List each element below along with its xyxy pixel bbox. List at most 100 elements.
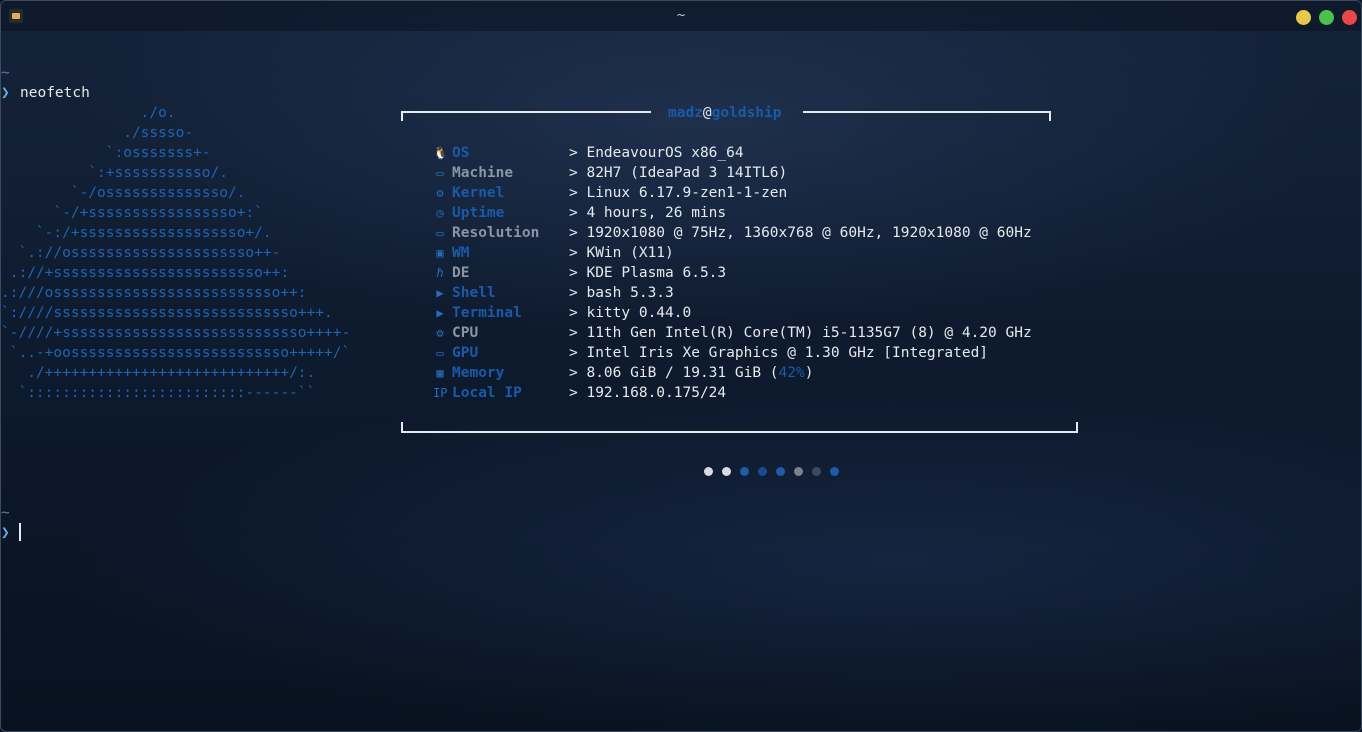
info-separator: >: [569, 325, 578, 341]
info-key: Uptime: [452, 205, 505, 221]
color-dot: [776, 467, 785, 476]
monitor-icon: ▭: [436, 226, 444, 240]
info-value-text: KWin (X11): [586, 245, 674, 261]
info-key: Local IP: [452, 385, 522, 401]
info-value: > KDE Plasma 6.5.3: [569, 263, 726, 283]
color-dot: [794, 467, 803, 476]
info-key: Memory: [452, 365, 505, 381]
ascii-logo-line: `:+sssssssssso/.: [1, 165, 228, 181]
color-dot: [758, 467, 767, 476]
cpu-icon: ⚙: [436, 326, 444, 340]
cwd-tilde: ~: [1, 65, 10, 81]
info-key: DE: [452, 265, 470, 281]
info-key: GPU: [452, 345, 479, 361]
ascii-logo-line: ./o.: [1, 105, 176, 121]
box-border: [401, 111, 651, 113]
user-host-title: madz@goldship: [668, 103, 782, 123]
ascii-logo-line: `-////+ssssssssssssssssssssssssssso++++-: [1, 325, 351, 341]
info-value-text: 8.06 GiB / 19.31 GiB (: [586, 365, 779, 381]
window-icon: ▣: [436, 246, 444, 260]
info-value: > 1920x1080 @ 75Hz, 1360x768 @ 60Hz, 192…: [569, 223, 1032, 243]
info-value-text: KDE Plasma 6.5.3: [586, 265, 727, 281]
gear-icon: ⚙: [436, 186, 444, 200]
info-value-text: bash 5.3.3: [586, 285, 674, 301]
info-separator: >: [569, 265, 578, 281]
info-value: > kitty 0.44.0: [569, 303, 691, 323]
memory-icon: ▦: [436, 366, 444, 380]
info-value: > Linux 6.17.9-zen1-1-zen: [569, 183, 787, 203]
box-border: [803, 111, 1051, 113]
info-value-text: EndeavourOS x86_64: [586, 145, 744, 161]
box-border: [1076, 422, 1078, 432]
linux-penguin-icon: 🐧: [433, 146, 448, 160]
info-separator: >: [569, 305, 578, 321]
box-border: [401, 111, 403, 121]
info-value-text: kitty 0.44.0: [586, 305, 692, 321]
info-value-text: 11th Gen Intel(R) Core(TM) i5-1135G7 (8)…: [586, 325, 1032, 341]
prompt-symbol: ❯: [1, 525, 10, 541]
info-separator: >: [569, 225, 578, 241]
info-separator: >: [569, 185, 578, 201]
terminal-icon: ▶: [436, 306, 444, 320]
ascii-logo-line: ./sssso-: [1, 125, 194, 141]
info-separator: >: [569, 385, 578, 401]
info-value-text: 1920x1080 @ 75Hz, 1360x768 @ 60Hz, 1920x…: [586, 225, 1032, 241]
info-value-text: Intel Iris Xe Graphics @ 1.30 GHz [Integ…: [586, 345, 989, 361]
color-dot: [830, 467, 839, 476]
ascii-logo-line: .:///ossssssssssssssssssssssssso++:: [1, 285, 307, 301]
box-border: [1049, 111, 1051, 121]
ascii-logo-line: `.://osssssssssssssssssssso++-: [1, 245, 281, 261]
info-key: WM: [452, 245, 470, 261]
color-dot: [740, 467, 749, 476]
info-key: OS: [452, 145, 470, 161]
info-value-end: ): [804, 365, 814, 381]
terminal-content[interactable]: ~ ❯ neofetch ./o. ./sssso- `:osssssss+- …: [1, 1, 1361, 731]
ascii-logo-line: .://+ssssssssssssssssssssssso++:: [1, 265, 290, 281]
info-separator: >: [569, 205, 578, 221]
network-icon: IP: [433, 386, 448, 400]
desktop-environment-icon: ℏ: [436, 266, 444, 280]
info-value: > KWin (X11): [569, 243, 674, 263]
username: madz: [668, 105, 703, 121]
info-key: Machine: [452, 165, 514, 181]
info-separator: >: [569, 145, 578, 161]
ascii-logo-line: `:::::::::::::::::::::::::------``: [1, 385, 316, 401]
command-text: neofetch: [20, 85, 90, 101]
info-key: Kernel: [452, 185, 505, 201]
info-separator: >: [569, 165, 578, 181]
ascii-logo-line: `..-+oosssssssssssssssssssssssso+++++/`: [1, 345, 351, 361]
at-sign: @: [702, 105, 712, 121]
info-value: > 82H7 (IdeaPad 3 14ITL6): [569, 163, 787, 183]
cwd-tilde: ~: [1, 505, 10, 521]
color-dot: [704, 467, 713, 476]
info-value: > Intel Iris Xe Graphics @ 1.30 GHz [Int…: [569, 343, 988, 363]
info-value: > 192.168.0.175/24: [569, 383, 726, 403]
shell-icon: ▶: [436, 286, 444, 300]
info-value: > bash 5.3.3: [569, 283, 674, 303]
ascii-logo-line: `-/+sssssssssssssssso+:`: [1, 205, 263, 221]
info-separator: >: [569, 245, 578, 261]
info-value: > 4 hours, 26 mins: [569, 203, 726, 223]
gpu-icon: ▭: [436, 346, 444, 360]
info-key: Terminal: [452, 305, 522, 321]
ascii-logo-line: `-:/+sssssssssssssssssso+/.: [1, 225, 272, 241]
terminal-window[interactable]: ~ ~ ❯ neofetch ./o. ./sssso- `:osssssss+…: [0, 0, 1362, 732]
info-value-text: 192.168.0.175/24: [586, 385, 727, 401]
memory-percent: 42%: [778, 365, 805, 381]
color-dot: [812, 467, 821, 476]
ascii-logo-line: `:////ssssssssssssssssssssssssssso+++.: [1, 305, 333, 321]
prompt-symbol: ❯: [1, 85, 10, 101]
hostname: goldship: [711, 105, 782, 121]
ascii-logo-line: `:osssssss+-: [1, 145, 211, 161]
box-border: [401, 431, 1078, 433]
ascii-logo-line: ./++++++++++++++++++++++++++++/:.: [1, 365, 316, 381]
info-separator: >: [569, 345, 578, 361]
text-cursor: [19, 523, 21, 541]
info-key: Shell: [452, 285, 496, 301]
info-key: Resolution: [452, 225, 540, 241]
color-dot: [722, 467, 731, 476]
info-value-text: Linux 6.17.9-zen1-1-zen: [586, 185, 788, 201]
info-value: > 8.06 GiB / 19.31 GiB (42%): [569, 363, 813, 383]
box-border: [401, 422, 403, 432]
info-separator: >: [569, 285, 578, 301]
